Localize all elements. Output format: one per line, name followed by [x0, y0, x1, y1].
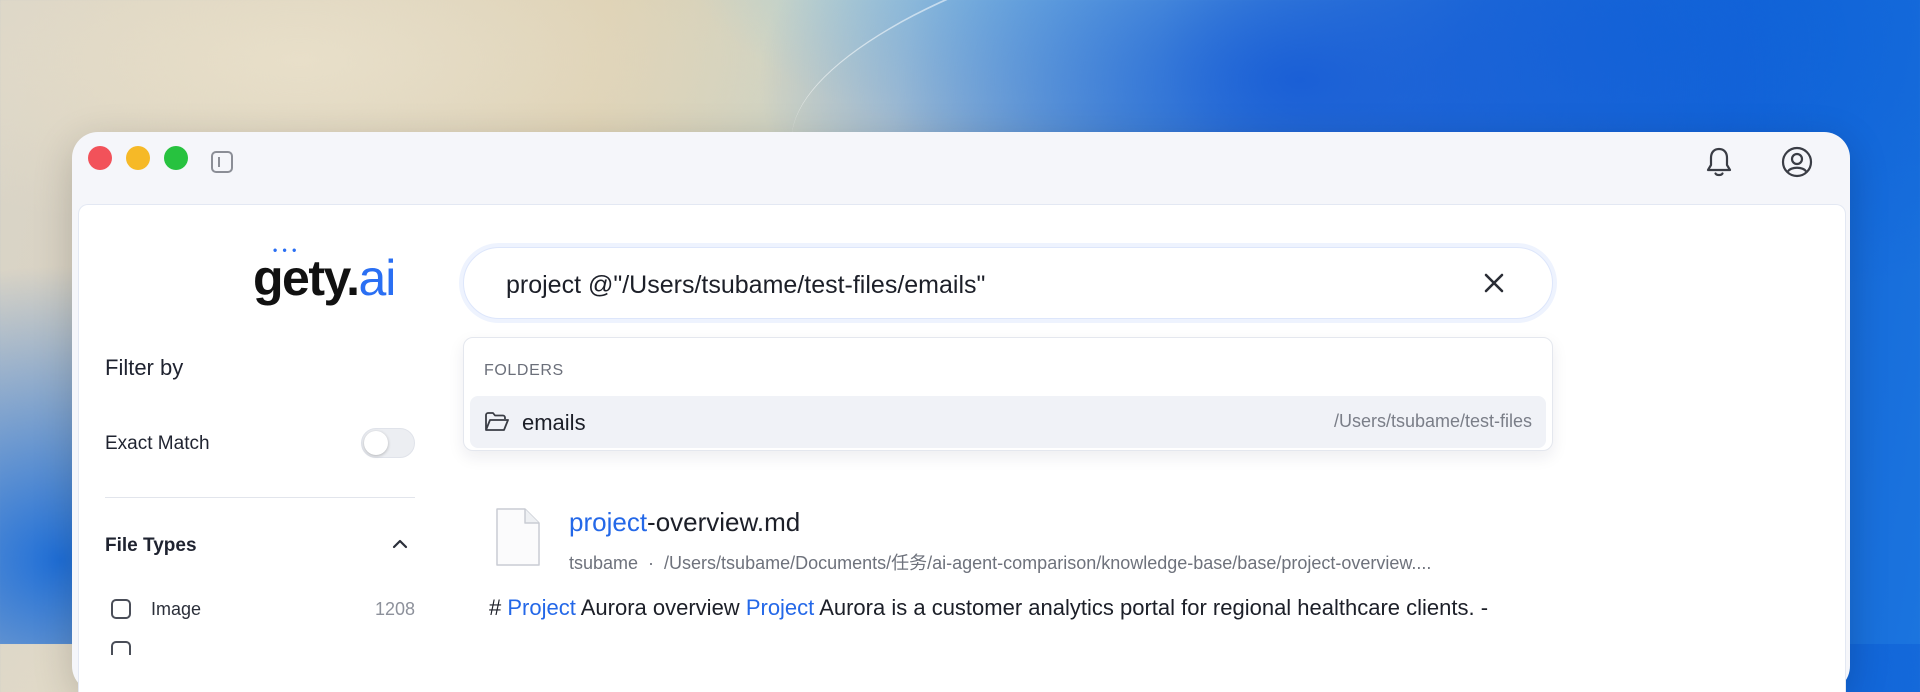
close-window-button[interactable] — [88, 146, 112, 170]
suggestions-section-header: FOLDERS — [484, 362, 564, 379]
title-bar — [72, 132, 1850, 204]
gety-logo: • • • gety.ai — [253, 243, 396, 306]
file-type-row-partial[interactable] — [111, 641, 415, 655]
folder-suggestion-emails[interactable]: emails /Users/tsubame/test-files — [470, 396, 1546, 448]
app-window: • • • gety.ai Filter by Exact Match File … — [72, 132, 1850, 692]
suggestions-dropdown: FOLDERS emails /Users/tsubame/test-files — [463, 337, 1553, 451]
folder-suggestion-name: emails — [522, 410, 586, 435]
result-owner: tsubame — [569, 553, 639, 573]
file-type-row-image[interactable]: Image 1208 — [111, 595, 415, 625]
chevron-up-icon[interactable] — [391, 535, 409, 558]
exact-match-toggle[interactable] — [361, 428, 415, 458]
result-title-link[interactable]: project-overview.md — [569, 507, 800, 538]
result-meta: tsubame · /Users/tsubame/Documents/任务/ai-a… — [569, 549, 1431, 575]
snippet-text: Aurora overview — [575, 595, 746, 620]
file-type-checkbox[interactable] — [111, 641, 131, 655]
snippet-highlight: Project — [745, 595, 815, 620]
result-path: /Users/tsubame/Documents/任务/ai-agent-com… — [664, 553, 1432, 573]
toggle-knob — [364, 431, 388, 455]
sidebar-toggle-icon[interactable] — [211, 151, 233, 173]
result-title-highlight: project — [569, 507, 648, 537]
exact-match-label: Exact Match — [105, 433, 210, 454]
result-meta-separator: · — [648, 553, 655, 573]
document-file-icon — [493, 507, 541, 572]
snippet-text: # — [489, 595, 508, 620]
main-content: • • • gety.ai Filter by Exact Match File … — [78, 204, 1846, 692]
result-title-rest: -overview.md — [647, 507, 801, 537]
search-input[interactable] — [504, 266, 1468, 304]
maximize-window-button[interactable] — [164, 146, 188, 170]
folder-open-icon — [484, 411, 510, 438]
result-snippet: # Project Aurora overview Project Aurora… — [489, 595, 1488, 621]
file-types-heading[interactable]: File Types — [105, 535, 197, 557]
snippet-highlight: Project — [507, 595, 576, 620]
search-bar — [463, 247, 1553, 319]
notifications-bell-icon[interactable] — [1704, 146, 1734, 183]
logo-dots: • • • — [273, 243, 298, 257]
file-type-checkbox[interactable] — [111, 599, 131, 619]
snippet-text: Aurora is a customer analytics portal fo… — [814, 595, 1489, 620]
folder-suggestion-path: /Users/tsubame/test-files — [1333, 411, 1532, 431]
filter-by-heading: Filter by — [105, 355, 184, 380]
sidebar-divider — [105, 497, 415, 498]
clear-search-icon[interactable] — [1480, 269, 1508, 302]
file-type-label: Image — [151, 599, 202, 619]
file-type-count: 1208 — [374, 599, 415, 619]
minimize-window-button[interactable] — [126, 146, 150, 170]
account-icon[interactable] — [1781, 146, 1813, 183]
